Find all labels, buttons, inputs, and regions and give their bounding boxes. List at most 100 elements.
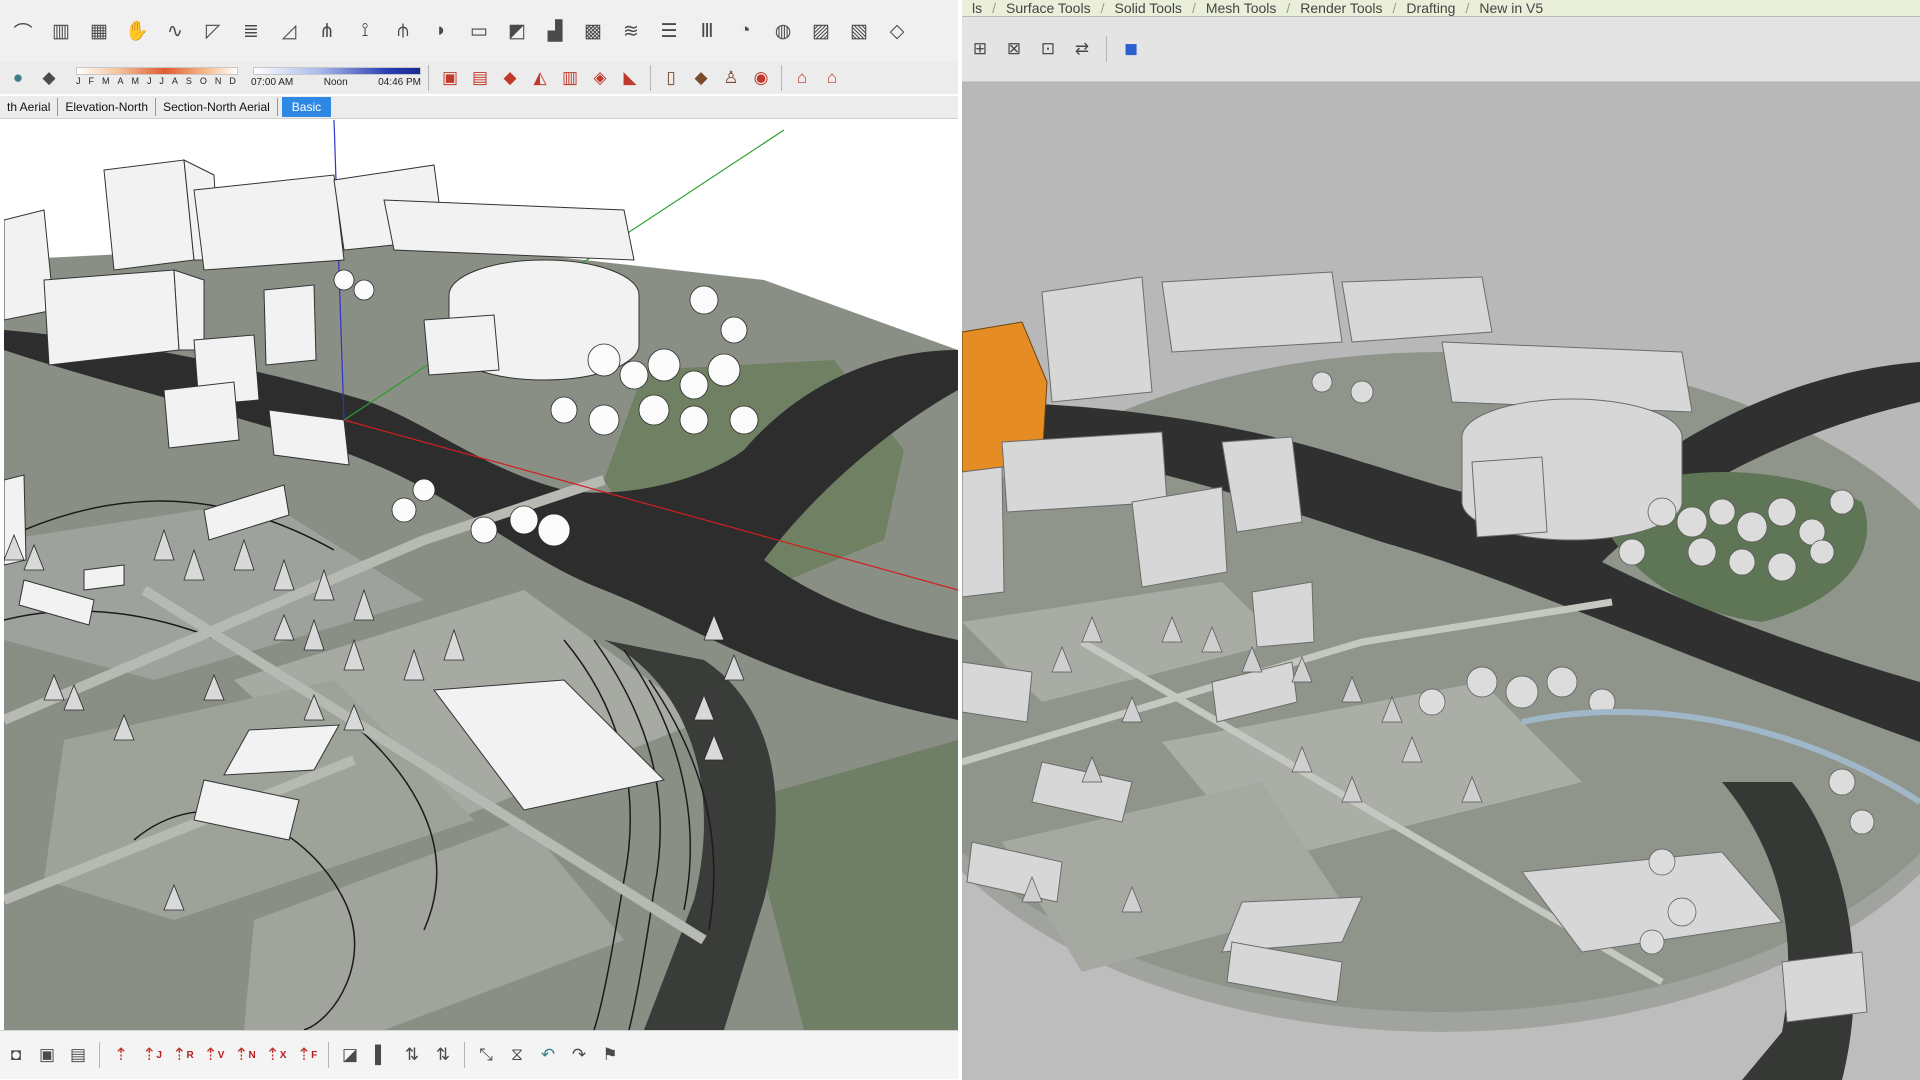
diagonal-icon[interactable]: ⤡ xyxy=(472,1041,500,1069)
branch-icon[interactable]: ⋔ xyxy=(310,16,344,46)
arc-icon[interactable]: ⌒ xyxy=(6,16,40,46)
scene-tabs: th Aerial Elevation-North Section-North Ae… xyxy=(0,96,958,119)
swap-icon[interactable]: ⇅ xyxy=(429,1041,457,1069)
toolbar-divider xyxy=(428,65,429,91)
scene-tab[interactable]: th Aerial xyxy=(0,98,59,116)
box-icon[interactable]: ▣ xyxy=(33,1041,61,1069)
av-arrow-icon[interactable]: ⇡ V xyxy=(200,1041,228,1069)
tree-icon[interactable]: ⟟ xyxy=(348,16,382,46)
hourglass-icon[interactable]: ⧖ xyxy=(503,1041,531,1069)
undo-blue-icon[interactable]: ↶ xyxy=(534,1041,562,1069)
fold-icon[interactable]: ◸ xyxy=(196,16,230,46)
af-arrow-icon[interactable]: ⇡ F xyxy=(293,1041,321,1069)
figure-icon[interactable]: ♙ xyxy=(717,64,745,92)
toolbar-divider xyxy=(781,65,782,91)
grid-arrow-icon[interactable]: ⊞ xyxy=(966,35,994,63)
fork-icon[interactable]: ⫛ xyxy=(386,16,420,46)
model-icon[interactable]: ◆ xyxy=(496,64,524,92)
grid-select-icon[interactable]: ⊠ xyxy=(1000,35,1028,63)
undo-red-glyph: ↷ xyxy=(571,1045,587,1064)
ribbon-tab[interactable]: New in V5 xyxy=(1469,0,1553,16)
toolbar-divider xyxy=(650,65,651,91)
ribbon-tab[interactable]: Mesh Tools xyxy=(1196,0,1287,16)
boxes-glyph: ▤ xyxy=(69,1045,87,1064)
stair-icon[interactable]: ▟ xyxy=(538,16,572,46)
time-start-label: 07:00 AM xyxy=(251,77,294,88)
month-label: J xyxy=(159,76,164,86)
model-viewport-right[interactable] xyxy=(962,82,1920,1080)
shell-icon[interactable]: ◗ xyxy=(424,16,458,46)
flip-up-glyph: ⇅ xyxy=(404,1045,420,1064)
stack-icon[interactable]: ≣ xyxy=(234,16,268,46)
ribbon-tab[interactable]: Surface Tools xyxy=(996,0,1101,16)
sandbox-tools: ▣ ▤ ◆ ◭ ▥ ◈ ◣ ▯ ◆ ♙ ◉ ⌂ ⌂ xyxy=(436,64,846,92)
ribbon-tab[interactable]: Drafting xyxy=(1396,0,1465,16)
month-label: S xyxy=(185,76,192,86)
extrude-icon[interactable]: ◩ xyxy=(500,16,534,46)
slope-icon[interactable]: ◿ xyxy=(272,16,306,46)
date-slider-track xyxy=(76,67,238,75)
red-arrow-icon[interactable]: ⇡ xyxy=(107,1041,135,1069)
flip-icon[interactable]: ◣ xyxy=(616,64,644,92)
layer-icon[interactable]: ◆ xyxy=(687,64,715,92)
curve-icon[interactable]: ∿ xyxy=(158,16,192,46)
color-icon[interactable]: ◪ xyxy=(336,1041,364,1069)
box-tool-icon[interactable]: ▭ xyxy=(462,16,496,46)
toolbar-divider xyxy=(328,1042,329,1068)
grid-arrows-icon[interactable]: ⇄ xyxy=(1068,35,1096,63)
month-label: J xyxy=(76,76,81,86)
globe-icon[interactable]: ◉ xyxy=(747,64,775,92)
wave-icon[interactable]: ≋ xyxy=(614,16,648,46)
date-slider[interactable]: JFMAMJJASOND xyxy=(72,63,240,93)
time-slider[interactable]: 07:00 AM Noon 04:46 PM xyxy=(251,63,421,93)
cube-icon[interactable]: ◘ xyxy=(2,1041,30,1069)
top-toolbar: ⌒ ▥ ▦ ✋ ∿ ◸ ≣ ◿ ⋔ ⟟ ⫛ ◗ ▭ ◩ ▟ ▩ ≋ ☰ Ⅲ ◔ ◍ ▨ ▧ ◇ xyxy=(0,0,958,62)
j-arrow-icon[interactable]: ⇡ J xyxy=(138,1041,166,1069)
scene-tab[interactable]: Elevation-North xyxy=(58,98,157,116)
an-arrow-icon[interactable]: ⇡ N xyxy=(231,1041,259,1069)
column-icon[interactable]: ▥ xyxy=(44,16,78,46)
hand-icon[interactable]: ✋ xyxy=(120,16,154,46)
grid-icon[interactable]: ▦ xyxy=(82,16,116,46)
ribbon-tab[interactable]: ls xyxy=(962,0,992,16)
flip-up-icon[interactable]: ⇅ xyxy=(398,1041,426,1069)
ax-arrow-icon[interactable]: ⇡ X xyxy=(262,1041,290,1069)
boxes-icon[interactable]: ▤ xyxy=(64,1041,92,1069)
flag-icon[interactable]: ⚑ xyxy=(596,1041,624,1069)
af-arrow-glyph: ⇡ xyxy=(296,1045,312,1064)
toolbar-divider xyxy=(99,1042,100,1068)
model-viewport-left[interactable] xyxy=(4,120,958,1030)
bottom-toolbar: ◘ ▣ ▤ ⇡ ⇡ J ⇡ R ⇡ V ⇡ N ⇡ X ⇡ F ◪ ▌ ⇅ ⇅ ⤡ ⧖ ↶ ↷ ⚑ xyxy=(0,1030,958,1079)
ribbon-tab[interactable]: Render Tools xyxy=(1290,0,1392,16)
ar-arrow-icon[interactable]: ⇡ R xyxy=(169,1041,197,1069)
shadow-settings-icon[interactable]: ● xyxy=(4,64,32,92)
building-icon[interactable]: ⌂ xyxy=(818,64,846,92)
blue-cube-icon[interactable]: ◼ xyxy=(1117,35,1145,63)
grid-move-icon[interactable]: ⊡ xyxy=(1034,35,1062,63)
lines-icon[interactable]: ☰ xyxy=(652,16,686,46)
undo-red-icon[interactable]: ↷ xyxy=(565,1041,593,1069)
tool-letter-label: R xyxy=(186,1049,194,1061)
warehouse-icon[interactable]: ⌂ xyxy=(788,64,816,92)
pattern-icon[interactable]: ▧ xyxy=(842,16,876,46)
drape-icon[interactable]: ◈ xyxy=(586,64,614,92)
toolbar-divider xyxy=(1106,36,1107,62)
month-label: O xyxy=(199,76,207,86)
ribbon-tab[interactable]: Solid Tools xyxy=(1104,0,1191,16)
book-icon[interactable]: ▣ xyxy=(436,64,464,92)
box-glyph: ▣ xyxy=(38,1045,56,1064)
shadow-toggle-icon[interactable]: ◆ xyxy=(35,64,63,92)
sphere-icon[interactable]: ◍ xyxy=(766,16,800,46)
mesh-icon[interactable]: ▩ xyxy=(576,16,610,46)
map-icon[interactable]: ▤ xyxy=(466,64,494,92)
scene-tab[interactable]: Basic xyxy=(281,97,332,117)
stamp-icon[interactable]: ▥ xyxy=(556,64,584,92)
dome-icon[interactable]: ◔ xyxy=(728,16,762,46)
terrain-icon[interactable]: ◭ xyxy=(526,64,554,92)
section-icon[interactable]: ▌ xyxy=(367,1041,395,1069)
wire-box-icon[interactable]: ◇ xyxy=(880,16,914,46)
scene-tab[interactable]: Section-North Aerial xyxy=(156,98,278,116)
rail-icon[interactable]: Ⅲ xyxy=(690,16,724,46)
hatch-icon[interactable]: ▨ xyxy=(804,16,838,46)
book-open-icon[interactable]: ▯ xyxy=(657,64,685,92)
